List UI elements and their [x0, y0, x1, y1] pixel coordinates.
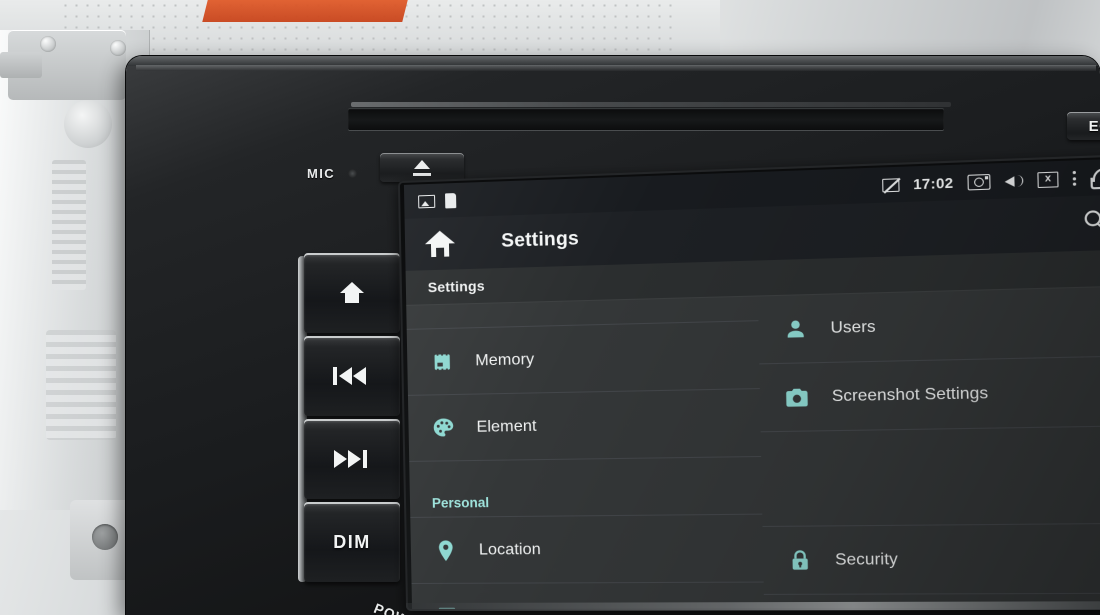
image-icon — [418, 194, 436, 208]
page-title: Settings — [501, 228, 580, 252]
sd-card-icon — [444, 192, 457, 208]
next-button[interactable] — [304, 419, 400, 499]
home-icon — [340, 282, 364, 304]
list-item-label: Location — [478, 540, 542, 559]
next-track-icon — [333, 450, 371, 468]
chassis-mount-hole — [92, 524, 118, 550]
settings-list: Memory Element Personal Location Users S… — [406, 286, 1100, 610]
home-button[interactable] — [304, 253, 400, 333]
list-item-location[interactable]: Location — [410, 514, 764, 584]
camera-icon — [783, 383, 811, 410]
dim-button-label: DIM — [333, 531, 371, 552]
unit-top-edge-highlight — [136, 65, 1096, 71]
previous-button[interactable] — [304, 336, 400, 416]
subsection-header-spacer: . — [761, 464, 1100, 527]
palette-icon — [430, 415, 457, 442]
eq-button[interactable]: EQ — [1067, 112, 1100, 140]
head-unit-body: MIC EQ RES DIM — [126, 56, 1100, 615]
chassis-vent — [52, 160, 86, 290]
red-sticker — [202, 0, 408, 22]
status-bar-left-icons — [418, 192, 457, 209]
no-signal-icon — [881, 177, 900, 192]
subsection-header: Personal — [409, 457, 763, 518]
disc-slot-highlight — [351, 102, 951, 107]
screw — [40, 36, 56, 52]
left-button-column: DIM — [304, 253, 400, 583]
list-item-label: Security — [834, 550, 899, 569]
screen-bezel: 17:02 x Settings Settings Memory Element… — [397, 153, 1100, 612]
mic-hole — [348, 169, 357, 178]
previous-track-icon — [333, 367, 371, 385]
list-item-label: Screenshot Settings — [831, 384, 989, 405]
status-bar-clock: 17:02 — [912, 174, 954, 193]
list-item-screenshot-settings[interactable]: Screenshot Settings — [759, 356, 1100, 433]
bezel-bottom-shine — [405, 601, 1100, 612]
memory-chip-icon — [429, 348, 455, 375]
overflow-menu-icon[interactable] — [1072, 170, 1077, 186]
bracket-boss — [64, 100, 112, 148]
settings-column-right: Users Screenshot Settings . — [757, 286, 1100, 610]
user-icon — [782, 315, 810, 342]
disc-slot[interactable] — [348, 108, 944, 130]
back-icon[interactable] — [1090, 167, 1100, 187]
settings-column-left: Memory Element Personal Location — [406, 296, 765, 610]
list-item-security[interactable]: Security — [762, 523, 1100, 595]
close-window-icon[interactable]: x — [1037, 171, 1059, 188]
eject-icon — [411, 159, 433, 176]
mic-label: MIC — [307, 166, 336, 181]
camera-icon[interactable] — [967, 173, 991, 190]
list-item-element[interactable]: Element — [407, 389, 762, 462]
list-item-users[interactable]: Users — [757, 286, 1100, 365]
screw — [110, 40, 126, 56]
volume-icon[interactable] — [1004, 172, 1023, 188]
lock-icon — [786, 547, 814, 574]
list-item-label: Element — [476, 417, 537, 436]
list-item-memory[interactable]: Memory — [406, 321, 760, 396]
list-item-label: Users — [830, 317, 876, 337]
dim-button[interactable]: DIM — [304, 502, 400, 582]
mounting-bracket-tab — [0, 52, 42, 78]
location-pin-icon — [433, 537, 460, 563]
touchscreen[interactable]: 17:02 x Settings Settings Memory Element… — [403, 158, 1100, 610]
chassis-vent-secondary — [46, 330, 116, 440]
list-item-label: Memory — [475, 350, 535, 369]
home-icon[interactable] — [424, 230, 455, 258]
search-icon[interactable] — [1084, 210, 1100, 234]
eject-button[interactable] — [380, 153, 464, 182]
